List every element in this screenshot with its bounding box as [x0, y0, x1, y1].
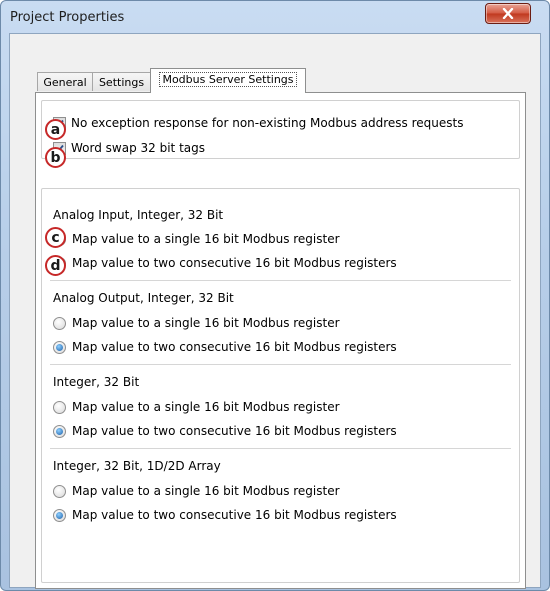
close-button[interactable] — [485, 3, 531, 24]
tab-settings[interactable]: Settings — [92, 72, 151, 91]
radio-label: Map value to a single 16 bit Modbus regi… — [72, 232, 340, 246]
section-divider — [50, 448, 511, 449]
radio-button[interactable] — [53, 484, 66, 498]
radio-option[interactable]: Map value to a single 16 bit Modbus regi… — [53, 482, 340, 500]
radio-button[interactable] — [53, 424, 66, 438]
radio-button[interactable] — [53, 316, 66, 330]
modbus-settings-panel: No exception response for non-existing M… — [35, 92, 526, 589]
radio-label: Map value to a single 16 bit Modbus regi… — [72, 484, 340, 498]
radio-option[interactable]: Map value to a single 16 bit Modbus regi… — [53, 314, 340, 332]
radio-option[interactable]: Map value to a single 16 bit Modbus regi… — [53, 230, 340, 248]
callout-badge-b: b — [45, 147, 66, 168]
radio-option[interactable]: Map value to two consecutive 16 bit Modb… — [53, 254, 397, 272]
tab-general[interactable]: General — [37, 72, 93, 91]
radio-label: Map value to a single 16 bit Modbus regi… — [72, 400, 340, 414]
no-exception-option[interactable]: No exception response for non-existing M… — [53, 114, 463, 132]
title-bar[interactable]: Project Properties — [1, 1, 549, 35]
word-swap-label: Word swap 32 bit tags — [71, 141, 205, 155]
tab-modbus-server-settings-label: Modbus Server Settings — [159, 72, 297, 87]
radio-label: Map value to two consecutive 16 bit Modb… — [72, 424, 397, 438]
callout-badge-c: c — [45, 227, 66, 248]
radio-option[interactable]: Map value to a single 16 bit Modbus regi… — [53, 398, 340, 416]
radio-button[interactable] — [53, 508, 66, 522]
tab-modbus-server-settings[interactable]: Modbus Server Settings — [150, 68, 306, 93]
general-options-group: No exception response for non-existing M… — [41, 100, 520, 159]
radio-label: Map value to two consecutive 16 bit Modb… — [72, 256, 397, 270]
callout-badge-a: a — [45, 119, 66, 140]
radio-label: Map value to two consecutive 16 bit Modb… — [72, 340, 397, 354]
section-title: Integer, 32 Bit, 1D/2D Array — [53, 459, 221, 473]
radio-option[interactable]: Map value to two consecutive 16 bit Modb… — [53, 506, 397, 524]
section-divider — [50, 280, 511, 281]
mapping-options-group: Analog Input, Integer, 32 Bit Map value … — [41, 188, 520, 583]
section-title: Analog Input, Integer, 32 Bit — [53, 208, 224, 222]
radio-label: Map value to a single 16 bit Modbus regi… — [72, 316, 340, 330]
radio-button[interactable] — [53, 400, 66, 414]
no-exception-label: No exception response for non-existing M… — [71, 116, 464, 130]
dialog-client-area: General Settings Modbus Server Settings … — [9, 33, 541, 589]
section-title: Analog Output, Integer, 32 Bit — [53, 291, 234, 305]
radio-label: Map value to two consecutive 16 bit Modb… — [72, 508, 397, 522]
callout-badge-d: d — [45, 255, 66, 276]
project-properties-window: Project Properties General Settings Modb… — [0, 0, 550, 591]
section-title: Integer, 32 Bit — [53, 375, 140, 389]
section-divider — [50, 364, 511, 365]
window-title: Project Properties — [10, 10, 125, 25]
radio-option[interactable]: Map value to two consecutive 16 bit Modb… — [53, 338, 397, 356]
close-icon — [502, 8, 514, 19]
radio-option[interactable]: Map value to two consecutive 16 bit Modb… — [53, 422, 397, 440]
radio-button[interactable] — [53, 340, 66, 354]
word-swap-option[interactable]: Word swap 32 bit tags — [53, 139, 205, 157]
